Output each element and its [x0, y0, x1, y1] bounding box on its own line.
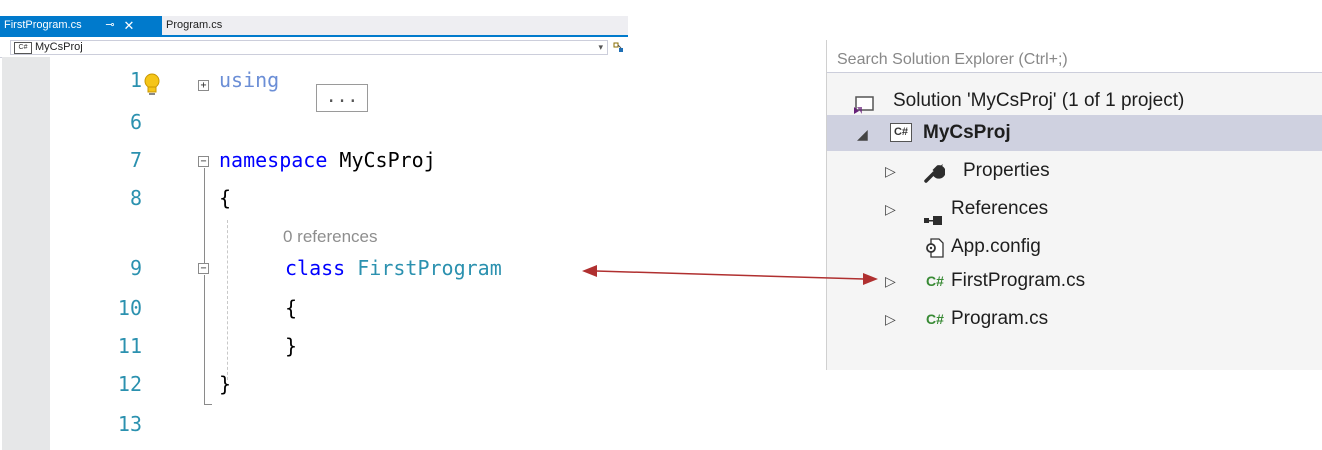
collapsed-region[interactable]: ... — [316, 84, 368, 112]
tree-item-properties[interactable]: ▷ Properties — [827, 153, 1322, 189]
tree-item-label: FirstProgram.cs — [951, 270, 1086, 291]
solution-explorer: Search Solution Explorer (Ctrl+;) Soluti… — [826, 40, 1322, 370]
tree-item-label: Solution 'MyCsProj' (1 of 1 project) — [893, 90, 1185, 111]
type-member-icon[interactable] — [612, 40, 626, 54]
code-line-brace: { — [285, 296, 298, 320]
expand-arrow-icon[interactable]: ▷ — [885, 301, 896, 337]
line-number: 1 — [129, 68, 142, 92]
indent-guide — [227, 220, 228, 380]
code-line-brace: } — [219, 372, 232, 396]
project-dropdown[interactable]: C# MyCsProj ▾ — [10, 40, 608, 55]
line-number: 8 — [129, 186, 142, 210]
codelens-references[interactable]: 0 references — [283, 227, 378, 247]
search-placeholder: Search Solution Explorer (Ctrl+;) — [837, 51, 1068, 68]
code-line-brace: } — [285, 334, 298, 358]
line-number: 6 — [129, 110, 142, 134]
tab-program[interactable]: Program.cs — [162, 16, 242, 35]
code-editor: FirstProgram.cs ⊸ ✕ Program.cs C# MyCsPro… — [0, 0, 628, 450]
search-solution-explorer[interactable]: Search Solution Explorer (Ctrl+;) — [827, 40, 1322, 73]
tree-item-project[interactable]: ◢ C# MyCsProj — [827, 115, 1322, 151]
tab-firstprogram[interactable]: FirstProgram.cs ⊸ ✕ — [0, 16, 162, 35]
tree-item-solution[interactable]: Solution 'MyCsProj' (1 of 1 project) — [827, 83, 1322, 119]
code-line-brace: { — [219, 186, 232, 210]
line-number: 7 — [129, 148, 142, 172]
csharp-file-icon: C# — [926, 311, 944, 327]
collapse-arrow-icon[interactable]: ◢ — [857, 116, 868, 152]
code-line-namespace: namespace MyCsProj — [219, 148, 436, 172]
indicator-margin — [2, 57, 50, 450]
outline-guide — [204, 168, 205, 264]
csharp-project-icon: C# — [14, 42, 32, 54]
tree-item-label: Program.cs — [951, 308, 1049, 329]
tree-item-label: App.config — [951, 236, 1041, 257]
tree-item-label: Properties — [963, 160, 1050, 181]
project-dropdown-value: MyCsProj — [35, 41, 83, 53]
tree-item-program-cs[interactable]: ▷ C# Program.cs — [827, 301, 1322, 337]
csharp-file-icon: C# — [926, 273, 944, 289]
line-number: 10 — [117, 296, 142, 320]
tree-item-label: References — [951, 198, 1049, 219]
navigation-bar: C# MyCsProj ▾ — [0, 37, 628, 58]
line-number: 9 — [129, 256, 142, 280]
line-number: 13 — [117, 412, 142, 436]
pin-icon[interactable]: ⊸ — [102, 16, 118, 35]
tab-label: FirstProgram.cs — [4, 19, 82, 31]
tree-item-app-config[interactable]: App.config — [827, 229, 1322, 265]
outline-guide — [204, 275, 205, 405]
collapse-region-icon[interactable]: − — [198, 156, 209, 167]
code-line-class: class FirstProgram — [285, 256, 502, 280]
csharp-project-icon: C# — [890, 123, 912, 142]
expand-arrow-icon[interactable]: ▷ — [885, 153, 896, 189]
tree-item-references[interactable]: ▷ References — [827, 191, 1322, 227]
outline-guide-end — [204, 404, 212, 405]
tab-label: Program.cs — [166, 19, 223, 31]
tree-item-firstprogram-cs[interactable]: ▷ C# FirstProgram.cs — [827, 263, 1322, 299]
expand-region-icon[interactable]: + — [198, 80, 209, 91]
editor-tab-strip: FirstProgram.cs ⊸ ✕ Program.cs — [0, 16, 628, 37]
close-icon[interactable]: ✕ — [120, 16, 138, 35]
tree-item-label: MyCsProj — [923, 122, 1011, 143]
expand-arrow-icon[interactable]: ▷ — [885, 263, 896, 299]
line-number: 12 — [117, 372, 142, 396]
lightbulb-icon[interactable] — [142, 72, 162, 103]
expand-arrow-icon[interactable]: ▷ — [885, 191, 896, 227]
chevron-down-icon: ▾ — [598, 42, 603, 52]
collapse-region-icon[interactable]: − — [198, 263, 209, 274]
line-number: 11 — [117, 334, 142, 358]
code-line-using: using — [219, 68, 280, 92]
